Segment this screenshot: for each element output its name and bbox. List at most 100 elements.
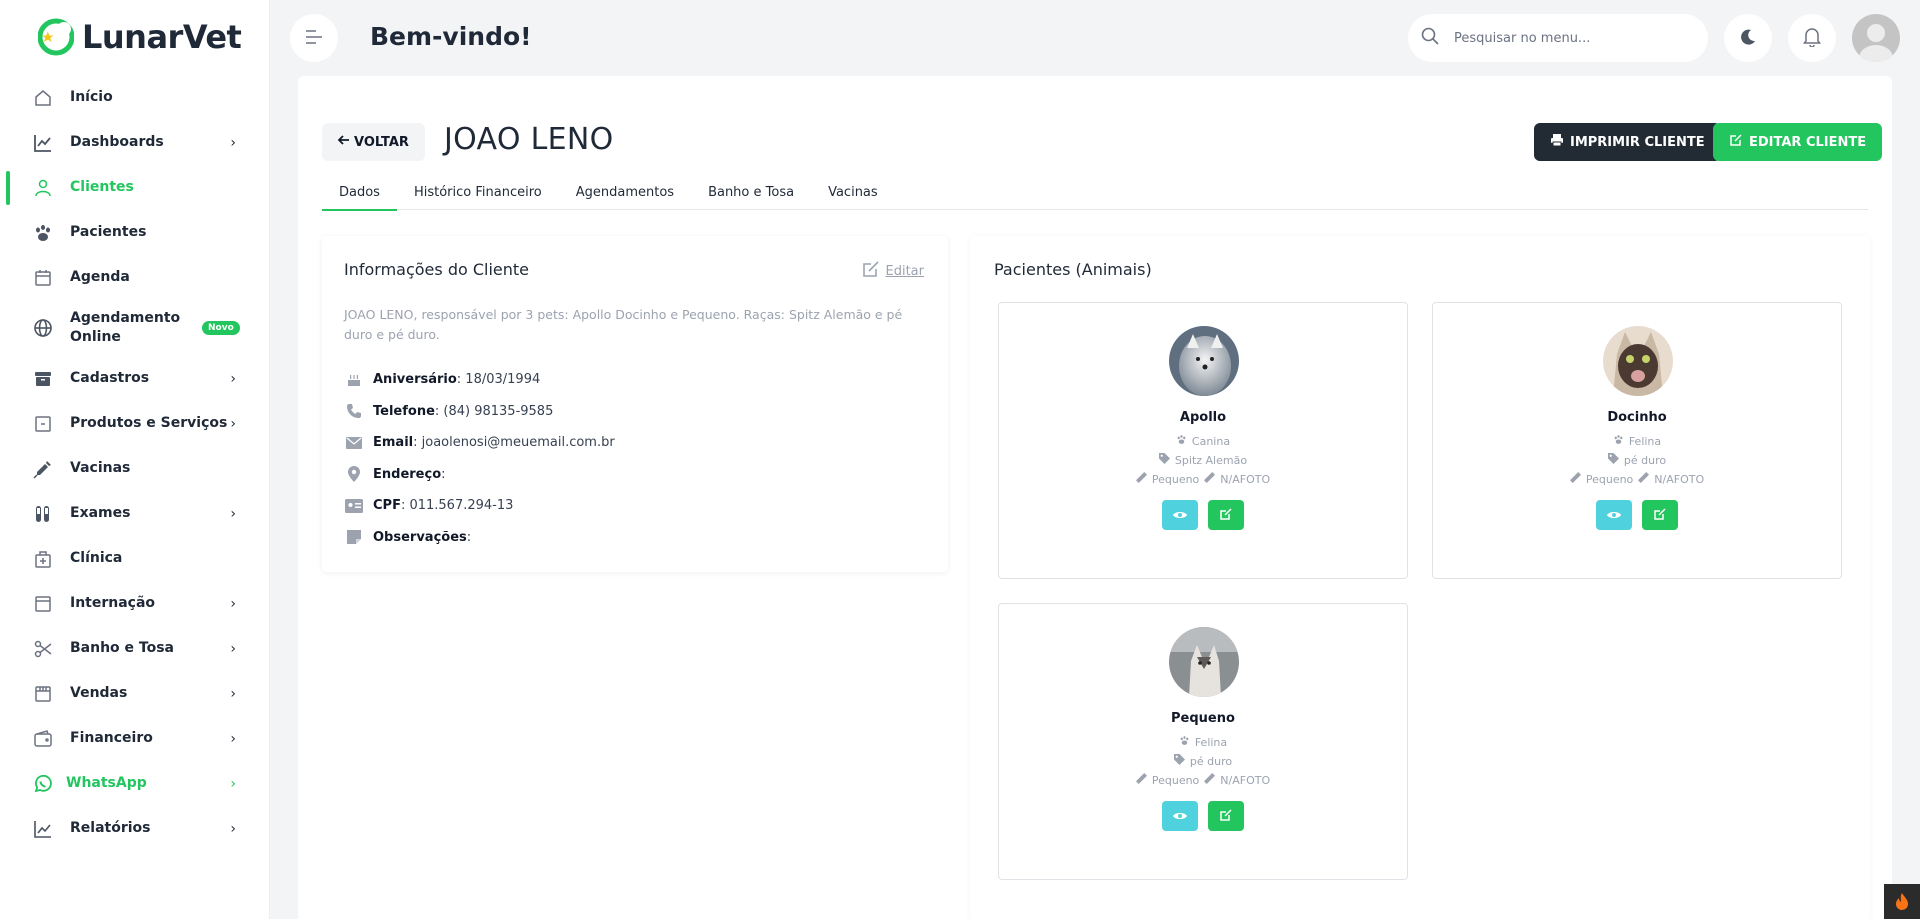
info-label: Aniversário	[373, 372, 457, 388]
pet-card: Docinho Felina pé duro Pequeno N/AFOTO	[1432, 302, 1842, 579]
print-client-button[interactable]: IMPRIMIR CLIENTE	[1534, 123, 1721, 161]
flame-icon[interactable]	[1884, 884, 1920, 919]
tag-icon	[1158, 453, 1170, 467]
client-tabs: Dados Histórico Financeiro Agendamentos …	[322, 174, 1868, 211]
pet-name: Apollo	[1179, 410, 1227, 425]
view-pet-button[interactable]	[1596, 500, 1632, 530]
menu-toggle-button[interactable]	[290, 14, 338, 62]
paw-icon	[1179, 735, 1190, 749]
user-icon	[32, 177, 54, 199]
chevron-right-icon: ›	[230, 370, 236, 387]
test-tube-icon	[32, 503, 54, 525]
print-client-label: IMPRIMIR CLIENTE	[1570, 134, 1705, 150]
back-button[interactable]: VOLTAR	[322, 123, 425, 161]
edit-pet-button[interactable]	[1208, 500, 1244, 530]
info-row-address: Endereço:	[344, 459, 615, 491]
edit-pet-button[interactable]	[1642, 500, 1678, 530]
menu-lines-icon	[305, 29, 323, 47]
sidebar-item-agendamento-online[interactable]: Agendamento Online Novo	[0, 300, 270, 356]
edit-pet-button[interactable]	[1208, 801, 1244, 831]
scissors-icon	[32, 638, 54, 660]
pet-species: Canina	[1191, 434, 1231, 448]
sidebar-item-label: Financeiro	[70, 730, 153, 746]
edit-client-button[interactable]: EDITAR CLIENTE	[1713, 123, 1883, 161]
view-pet-button[interactable]	[1162, 500, 1198, 530]
ruler-icon	[1569, 472, 1581, 486]
pet-size-line: Pequeno N/AFOTO	[999, 773, 1407, 787]
info-row-phone: Telefone: (84) 98135-9585	[344, 396, 615, 428]
pet-card: Apollo Canina Spitz Alemão Pequeno N/AFO…	[998, 302, 1408, 579]
search-box[interactable]	[1408, 14, 1708, 62]
sidebar-item-label: Pacientes	[70, 224, 147, 240]
edit-icon	[1729, 133, 1743, 151]
search-input[interactable]	[1454, 30, 1674, 46]
view-pet-button[interactable]	[1162, 801, 1198, 831]
tab-vacinas[interactable]: Vacinas	[811, 174, 895, 210]
pet-size-line: Pequeno N/AFOTO	[999, 472, 1407, 486]
sidebar-item-dashboards[interactable]: Dashboards ›	[0, 120, 270, 165]
pet-name: Pequeno	[1171, 711, 1235, 726]
sidebar-item-inicio[interactable]: Início	[0, 75, 270, 120]
pet-size: Pequeno	[1151, 472, 1200, 486]
client-info-rows: Aniversário: 18/03/1994 Telefone: (84) 9…	[344, 364, 615, 553]
sidebar-item-financeiro[interactable]: Financeiro ›	[0, 716, 270, 761]
paw-icon	[1613, 434, 1624, 448]
moon-icon	[1739, 28, 1757, 49]
sidebar-item-whatsapp[interactable]: WhatsApp ›	[0, 761, 270, 806]
tab-banho-tosa[interactable]: Banho e Tosa	[691, 174, 811, 210]
sidebar-item-label: Cadastros	[70, 370, 150, 386]
tab-agendamentos[interactable]: Agendamentos	[559, 174, 691, 210]
archive-icon	[32, 368, 54, 390]
sidebar-item-label: Internação	[70, 595, 156, 611]
pet-species: Felina	[1194, 735, 1228, 749]
tab-dados[interactable]: Dados	[322, 174, 397, 211]
paw-icon	[1176, 434, 1187, 448]
pet-size-line: Pequeno N/AFOTO	[1433, 472, 1841, 486]
pet-breed-line: pé duro	[1433, 453, 1841, 467]
sidebar-item-banho-tosa[interactable]: Banho e Tosa ›	[0, 626, 270, 671]
ruler-icon	[1638, 472, 1650, 486]
sidebar-item-cadastros[interactable]: Cadastros ›	[0, 356, 270, 401]
bell-icon	[1803, 27, 1821, 50]
sidebar-item-exames[interactable]: Exames ›	[0, 491, 270, 536]
paw-icon	[32, 222, 54, 244]
info-label: Telefone	[373, 403, 435, 419]
edit-icon	[1220, 808, 1232, 824]
eye-icon	[1173, 809, 1187, 824]
client-name-title: JOAO LENO	[444, 122, 614, 157]
sidebar-item-label: Exames	[70, 505, 131, 521]
sidebar-item-internacao[interactable]: Internação ›	[0, 581, 270, 626]
sidebar-item-relatorios[interactable]: Relatórios ›	[0, 806, 270, 851]
sidebar-item-vacinas[interactable]: Vacinas	[0, 446, 270, 491]
arrow-left-icon	[337, 134, 350, 150]
sidebar-item-clinica[interactable]: Clínica	[0, 536, 270, 581]
pet-breed-line: pé duro	[999, 754, 1407, 768]
globe-icon	[32, 317, 54, 339]
notifications-button[interactable]	[1788, 14, 1836, 62]
id-card-icon	[344, 498, 364, 513]
sidebar-item-label: Vacinas	[70, 460, 131, 476]
client-info-edit-link[interactable]: Editar	[862, 260, 924, 282]
client-info-card: Informações do Cliente Editar JOAO LENO,…	[322, 236, 948, 572]
sidebar-item-vendas[interactable]: Vendas ›	[0, 671, 270, 716]
chevron-right-icon: ›	[230, 640, 236, 657]
pet-breed-line: Spitz Alemão	[999, 453, 1407, 467]
chevron-right-icon: ›	[230, 730, 236, 747]
edit-icon	[1220, 507, 1232, 523]
sidebar-item-clientes[interactable]: Clientes	[0, 165, 270, 210]
logo[interactable]: LunarVet	[37, 18, 242, 56]
dark-mode-toggle[interactable]	[1724, 14, 1772, 62]
sidebar-item-pacientes[interactable]: Pacientes	[0, 210, 270, 255]
chevron-right-icon: ›	[230, 134, 236, 151]
envelope-icon	[344, 436, 364, 449]
sidebar-item-produtos[interactable]: Produtos e Serviços ›	[0, 401, 270, 446]
info-label: Observações	[373, 529, 467, 545]
pet-size: Pequeno	[1151, 773, 1200, 787]
pet-actions	[1596, 500, 1678, 530]
chevron-right-icon: ›	[230, 775, 236, 792]
user-avatar[interactable]	[1852, 14, 1900, 62]
sidebar-item-agenda[interactable]: Agenda	[0, 255, 270, 300]
info-row-email: Email: joaolenosi@meuemail.com.br	[344, 427, 615, 459]
tab-historico-financeiro[interactable]: Histórico Financeiro	[397, 174, 559, 210]
phone-icon	[344, 403, 364, 419]
